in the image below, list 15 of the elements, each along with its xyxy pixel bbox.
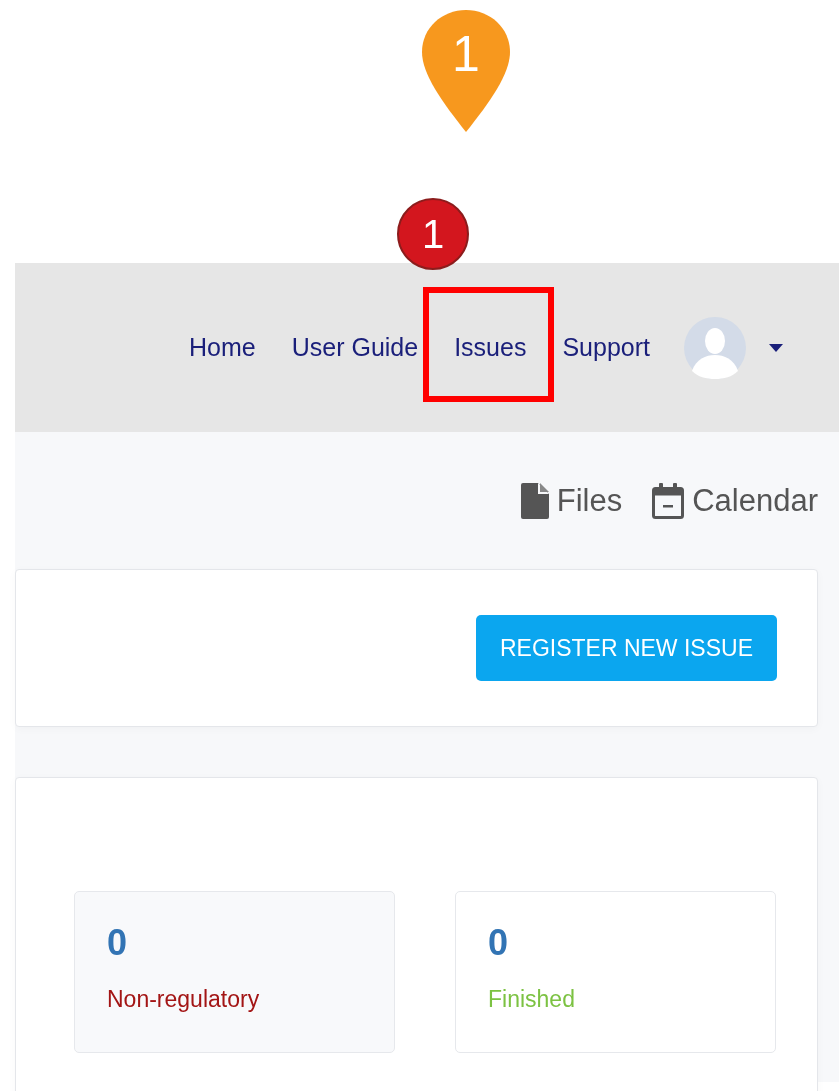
nav-link[interactable]: Issues bbox=[454, 333, 527, 362]
calendar-icon bbox=[652, 482, 685, 519]
nav-link[interactable]: User Guide bbox=[291, 333, 419, 362]
nav-link[interactable]: Home bbox=[189, 333, 256, 362]
step-marker: 1 bbox=[422, 10, 510, 132]
stat-label: Non-regulatory bbox=[107, 986, 261, 1013]
document-icon bbox=[520, 482, 549, 519]
caret-icon[interactable] bbox=[769, 343, 783, 352]
toolbar-link[interactable]: Files bbox=[520, 482, 623, 519]
stat-count: 0 bbox=[488, 922, 510, 964]
nav-link[interactable]: Support bbox=[562, 333, 650, 362]
stat-label: Finished bbox=[488, 986, 576, 1013]
toolbar-link[interactable]: Calendar bbox=[652, 482, 818, 519]
step-badge: 1 bbox=[397, 198, 469, 270]
stat-count: 0 bbox=[107, 922, 129, 964]
